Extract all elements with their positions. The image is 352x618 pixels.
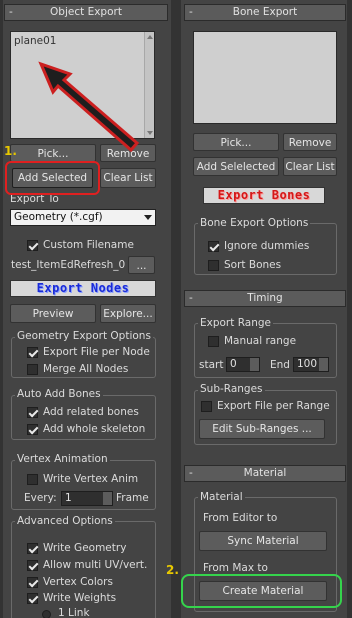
explore-button[interactable]: Explore...	[100, 304, 156, 323]
from-editor-label: From Editor to	[203, 512, 278, 524]
spinner-arrows-icon[interactable]	[319, 358, 328, 371]
write-geometry-label: Write Geometry	[43, 542, 127, 554]
custom-filename-label: Custom Filename	[43, 239, 134, 251]
list-item[interactable]: plane01	[14, 35, 57, 48]
every-spinner[interactable]: 1	[61, 491, 113, 506]
material-rollout-header[interactable]: - Material	[184, 465, 346, 482]
timing-title: Timing	[247, 292, 283, 304]
bone-export-rollout-header[interactable]: - Bone Export	[184, 4, 346, 21]
sub-ranges-title: Sub-Ranges	[198, 383, 265, 396]
column-divider-right	[347, 0, 352, 618]
export-bones-label: Export Bones	[217, 188, 311, 202]
scroll-up-icon[interactable]	[147, 35, 153, 39]
vertex-colors-label: Vertex Colors	[43, 576, 113, 588]
step-2-number: 2.	[166, 563, 179, 577]
preview-button[interactable]: Preview	[10, 304, 96, 323]
column-divider-left	[0, 0, 3, 618]
scroll-down-icon[interactable]	[147, 131, 153, 135]
export-file-per-node-checkbox[interactable]	[27, 347, 38, 358]
collapse-icon[interactable]: -	[9, 5, 13, 20]
every-label: Every:	[24, 492, 57, 504]
merge-all-nodes-label: Merge All Nodes	[43, 363, 129, 375]
geometry-export-options-title: Geometry Export Options	[15, 330, 153, 343]
list-scrollbar[interactable]	[144, 32, 154, 138]
export-to-select[interactable]: Geometry (*.cgf)	[10, 209, 156, 226]
export-nodes-button[interactable]: Export Nodes	[10, 280, 156, 297]
timing-rollout-header[interactable]: - Timing	[184, 290, 346, 307]
step-1-number: 1.	[4, 144, 17, 158]
export-file-per-node-label: Export File per Node	[43, 346, 150, 358]
material-title: Material	[243, 467, 287, 479]
add-whole-skeleton-checkbox[interactable]	[27, 424, 38, 435]
sync-material-button[interactable]: Sync Material	[199, 531, 327, 551]
collapse-icon[interactable]: -	[189, 5, 193, 20]
vertex-animation-title: Vertex Animation	[15, 453, 110, 466]
browse-button[interactable]: ...	[128, 256, 155, 274]
write-weights-label: Write Weights	[43, 592, 117, 604]
end-spinner[interactable]: 100	[293, 357, 329, 372]
bone-pick-button[interactable]: Pick...	[193, 133, 279, 151]
start-value: 0	[230, 358, 237, 370]
allow-multi-uv-label: Allow multi UV/vert.	[43, 559, 148, 571]
end-value: 100	[297, 358, 318, 370]
material-group-title: Material	[198, 491, 245, 504]
filename-value: test_ItemEdRefresh_0	[11, 259, 126, 271]
custom-filename-checkbox[interactable]	[27, 240, 38, 251]
collapse-icon[interactable]: -	[189, 466, 193, 481]
column-divider-middle	[171, 0, 181, 618]
export-file-per-range-checkbox[interactable]	[201, 401, 212, 412]
advanced-options-title: Advanced Options	[15, 515, 115, 528]
one-link-radio[interactable]	[42, 610, 51, 618]
ignore-dummies-checkbox[interactable]	[208, 241, 219, 252]
export-nodes-label: Export Nodes	[36, 281, 130, 295]
sort-bones-label: Sort Bones	[224, 259, 282, 271]
merge-all-nodes-checkbox[interactable]	[27, 364, 38, 375]
bone-export-title: Bone Export	[232, 6, 298, 18]
clear-list-button[interactable]: Clear List	[100, 168, 156, 188]
add-related-bones-checkbox[interactable]	[27, 407, 38, 418]
add-selected-highlight	[5, 161, 100, 195]
start-label: start	[199, 359, 224, 371]
object-export-rollout-header[interactable]: - Object Export	[4, 4, 168, 21]
frame-label: Frame	[116, 492, 149, 504]
spinner-arrows-icon[interactable]	[103, 492, 112, 505]
every-value: 1	[65, 492, 72, 504]
allow-multi-uv-checkbox[interactable]	[27, 560, 38, 571]
bone-clear-list-button[interactable]: Clear List	[283, 157, 337, 176]
manual-range-checkbox[interactable]	[208, 336, 219, 347]
auto-add-bones-title: Auto Add Bones	[15, 388, 103, 401]
export-file-per-range-label: Export File per Range	[217, 400, 330, 412]
start-spinner[interactable]: 0	[226, 357, 260, 372]
manual-range-label: Manual range	[224, 335, 297, 347]
write-vertex-anim-label: Write Vertex Anim	[43, 473, 139, 485]
bone-remove-button[interactable]: Remove	[283, 133, 337, 151]
object-export-title: Object Export	[50, 6, 122, 18]
vertex-colors-checkbox[interactable]	[27, 577, 38, 588]
bone-add-selected-button[interactable]: Add Selelected	[193, 157, 279, 176]
end-label: End	[270, 359, 290, 371]
sort-bones-checkbox[interactable]	[208, 260, 219, 271]
one-link-label: 1 Link	[58, 607, 90, 618]
bone-list[interactable]	[193, 31, 337, 124]
export-to-value: Geometry (*.cgf)	[14, 211, 103, 223]
create-material-highlight	[181, 574, 342, 608]
write-weights-checkbox[interactable]	[27, 593, 38, 604]
edit-sub-ranges-button[interactable]: Edit Sub-Ranges ...	[199, 419, 325, 439]
chevron-down-icon[interactable]	[144, 215, 152, 220]
pointer-arrow-icon	[38, 61, 140, 153]
collapse-icon[interactable]: -	[189, 291, 193, 306]
spinner-arrows-icon[interactable]	[250, 358, 259, 371]
ignore-dummies-label: Ignore dummies	[224, 240, 310, 252]
write-geometry-checkbox[interactable]	[27, 543, 38, 554]
export-bones-button[interactable]: Export Bones	[203, 187, 325, 204]
export-range-title: Export Range	[198, 317, 273, 330]
add-related-bones-label: Add related bones	[43, 406, 139, 418]
write-vertex-anim-checkbox[interactable]	[27, 474, 38, 485]
add-whole-skeleton-label: Add whole skeleton	[43, 423, 146, 435]
bone-export-options-title: Bone Export Options	[198, 217, 311, 230]
